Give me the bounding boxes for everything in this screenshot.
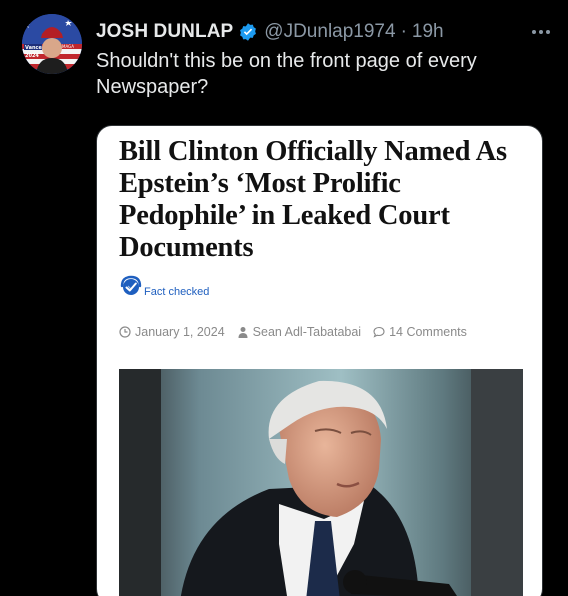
verified-badge-icon: [238, 22, 258, 42]
avatar-image: Vance 2024 MAGA: [22, 14, 82, 74]
article-headline: Bill Clinton Officially Named As Epstein…: [119, 136, 507, 263]
clock-icon: [119, 326, 131, 338]
article-comments: 14 Comments: [373, 325, 467, 339]
avatar-vance-text: Vance: [25, 45, 42, 51]
article-author: Sean Adl-Tabatabai: [237, 325, 361, 339]
display-name[interactable]: JOSH DUNLAP: [96, 21, 233, 43]
article-photo: [119, 369, 523, 596]
fact-check-icon: [119, 274, 143, 298]
avatar-year-text: 2024: [25, 53, 39, 59]
fact-check-badge: Fact checked: [119, 274, 209, 298]
tweet-media-image[interactable]: Bill Clinton Officially Named As Epstein…: [96, 125, 543, 596]
fact-check-label: Fact checked: [144, 286, 210, 298]
separator-dot: ·: [400, 21, 407, 42]
tweet-header: JOSH DUNLAP @JDunlap1974 · 19h: [96, 18, 554, 46]
user-handle[interactable]: @JDunlap1974: [264, 21, 395, 43]
article-date-text: January 1, 2024: [135, 325, 225, 339]
article-author-text: Sean Adl-Tabatabai: [252, 325, 362, 339]
timestamp[interactable]: 19h: [412, 21, 444, 43]
more-options-icon[interactable]: [532, 30, 554, 34]
user-icon: [237, 326, 249, 338]
avatar-maga-text: MAGA: [62, 44, 74, 49]
article-meta: January 1, 2024 Sean Adl-Tabatabai 14 Co…: [119, 325, 479, 339]
article-date: January 1, 2024: [119, 325, 225, 339]
avatar[interactable]: Vance 2024 MAGA: [22, 14, 82, 74]
tweet-text: Shouldn't this be on the front page of e…: [96, 50, 477, 98]
article-comments-text: 14 Comments: [389, 325, 467, 339]
comment-bubble-icon: [373, 326, 385, 338]
